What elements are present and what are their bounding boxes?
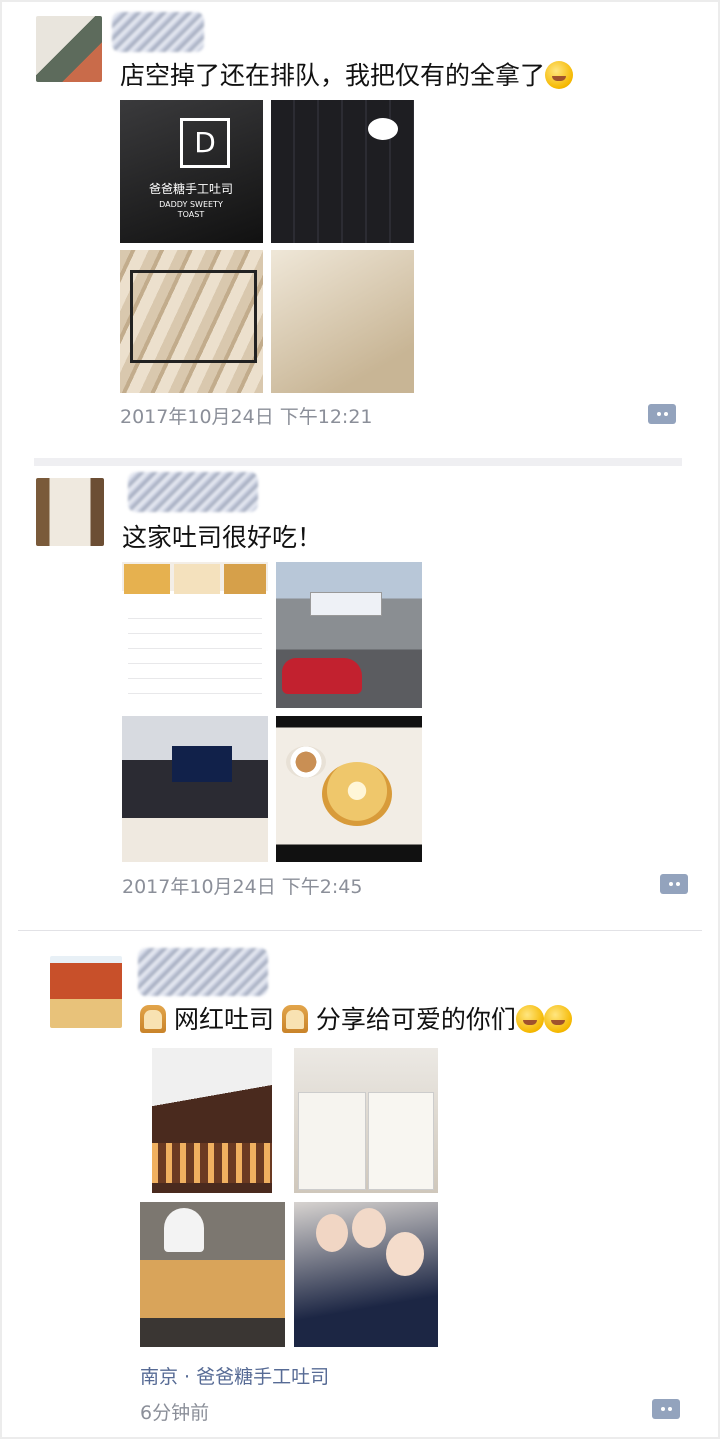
app-rows <box>128 604 262 698</box>
logo-d: D <box>180 118 230 168</box>
post-divider <box>18 930 702 931</box>
bread-emoji-icon <box>281 1005 308 1033</box>
post-divider <box>34 458 682 466</box>
photo-shop-sign[interactable] <box>152 1048 272 1193</box>
bag-right <box>368 1092 434 1190</box>
baker <box>164 1208 204 1252</box>
avatar[interactable] <box>36 16 102 82</box>
blurred-username[interactable] <box>128 472 258 512</box>
photo-baker-loaves[interactable] <box>140 1202 285 1347</box>
photo-girls-selfie[interactable] <box>294 1202 438 1347</box>
hug-emoji-icon <box>543 1005 572 1033</box>
moment-post-1: 店空掉了还在排队，我把仅有的全拿了 D 爸爸糖手工吐司 DADDY SWEETY… <box>0 0 720 450</box>
menu-screens <box>172 746 232 782</box>
bag-left <box>298 1092 366 1190</box>
sign-english-1: DADDY SWEETY <box>159 200 223 209</box>
post-text-content: 店空掉了还在排队，我把仅有的全拿了 <box>120 61 546 90</box>
food-thumb-1 <box>124 564 170 594</box>
comment-bubble-icon[interactable] <box>652 1399 680 1419</box>
post-time: 6分钟前 <box>140 1402 210 1424</box>
photo-menu-board[interactable] <box>271 100 414 243</box>
post-text: 网红吐司 分享给可爱的你们 <box>140 1000 572 1036</box>
red-car <box>282 658 362 694</box>
face-3 <box>386 1232 424 1276</box>
photo-store-sign[interactable]: D 爸爸糖手工吐司 DADDY SWEETY TOAST <box>120 100 263 243</box>
donut-bread <box>322 762 392 826</box>
photo-coffee-and-bun[interactable] <box>276 716 422 862</box>
moment-post-3: 网红吐司 分享给可爱的你们 南京 · 爸爸糖手工吐司 6分钟前 <box>0 940 720 1439</box>
avatar[interactable] <box>50 956 122 1028</box>
bread-emoji-icon <box>140 1005 166 1033</box>
blurred-username[interactable] <box>138 948 268 996</box>
avatar[interactable] <box>36 478 104 546</box>
laughing-emoji-icon <box>545 61 574 89</box>
store-sign <box>310 592 382 616</box>
shelf-lights <box>152 1143 272 1183</box>
sign-name: 爸爸糖手工吐司 <box>148 182 233 196</box>
post-text: 这家吐司很好吃！ <box>122 523 323 552</box>
post-time: 2017年10月24日 下午12:21 <box>120 406 373 428</box>
face-2 <box>352 1208 386 1248</box>
ceiling-light <box>368 118 398 140</box>
photo-toast-bags[interactable] <box>271 250 414 393</box>
post-time: 2017年10月24日 下午2:45 <box>122 876 363 898</box>
food-thumb-3 <box>224 564 266 594</box>
post-text-tail: 分享给可爱的你们 <box>315 1005 516 1034</box>
comment-bubble-icon[interactable] <box>648 404 676 424</box>
location-link[interactable]: 南京 · 爸爸糖手工吐司 <box>140 1362 329 1389</box>
latte-cup <box>286 746 326 778</box>
comment-bubble-icon[interactable] <box>660 874 688 894</box>
food-thumb-2 <box>174 564 220 594</box>
face-1 <box>316 1214 348 1252</box>
photo-empty-shelves[interactable] <box>120 250 263 393</box>
sign-english-2: TOAST <box>177 210 205 219</box>
photo-store-interior[interactable] <box>122 716 268 862</box>
post-text: 店空掉了还在排队，我把仅有的全拿了 <box>120 56 574 92</box>
blurred-username[interactable] <box>112 12 204 52</box>
photo-storefront-street[interactable] <box>276 562 422 708</box>
moment-post-2: 这家吐司很好吃！ 2017年10月24日 下午2:45 <box>0 466 720 916</box>
photo-app-screenshot[interactable] <box>122 562 268 708</box>
photo-toast-packages[interactable] <box>294 1048 438 1193</box>
shelf-frame <box>130 270 257 363</box>
smirk-emoji-icon <box>515 1005 544 1033</box>
post-text-main: 网红吐司 <box>173 1005 274 1034</box>
